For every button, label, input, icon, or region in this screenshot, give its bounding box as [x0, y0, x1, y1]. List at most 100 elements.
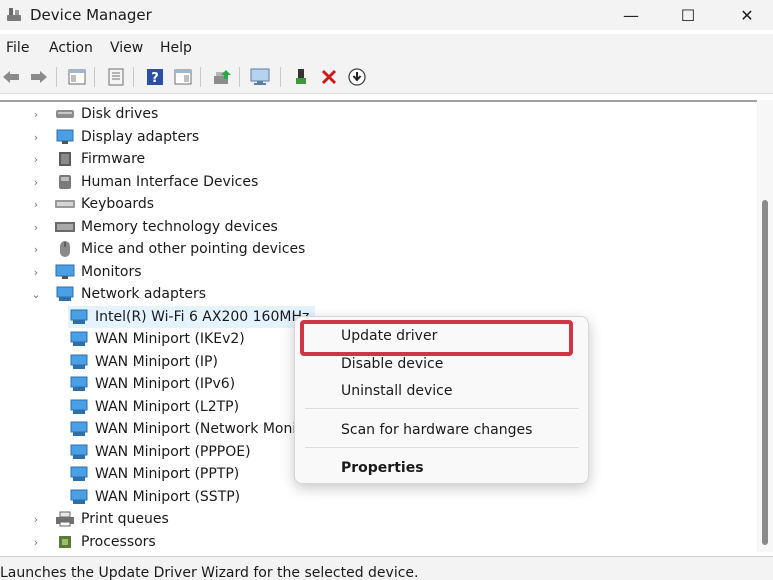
chevron-right-icon[interactable]: › — [30, 198, 42, 211]
network-adapter-icon — [68, 375, 90, 393]
show-hide-console-tree-button[interactable] — [66, 66, 88, 88]
properties-sheet-icon — [108, 68, 124, 86]
chevron-right-icon[interactable]: › — [30, 131, 42, 144]
scrollbar-thumb[interactable] — [762, 200, 768, 545]
update-driver-menu-item[interactable]: Update driver — [341, 328, 437, 344]
chevron-right-icon[interactable]: › — [30, 266, 42, 279]
tree-label: Processors — [81, 534, 156, 550]
tree-device[interactable]: WAN Miniport (Network Monitor) — [68, 418, 322, 440]
menu-view[interactable]: View — [110, 40, 143, 56]
tree-category-memory-technology-devices[interactable]: › Memory technology devices — [30, 216, 278, 238]
keyboard-icon — [54, 195, 76, 213]
properties-toolbar-button[interactable] — [105, 66, 127, 88]
help-toolbar-button[interactable]: ? — [144, 66, 166, 88]
enable-device-icon — [296, 69, 306, 84]
enable-device-toolbar-button[interactable] — [290, 66, 312, 88]
toolbar-separator — [133, 67, 134, 87]
tree-label: WAN Miniport (L2TP) — [95, 399, 240, 415]
tree-device[interactable]: WAN Miniport (SSTP) — [68, 486, 240, 508]
hid-icon — [54, 173, 76, 191]
menu-file[interactable]: File — [6, 40, 29, 56]
update-driver-icon — [214, 70, 231, 84]
tree-label: Intel(R) Wi-Fi 6 AX200 160MHz — [95, 309, 310, 325]
disable-device-menu-item[interactable]: Disable device — [341, 356, 443, 372]
tree-label: Display adapters — [81, 129, 200, 145]
chevron-right-icon[interactable]: › — [30, 221, 42, 234]
tree-category-display-adapters[interactable]: › Display adapters — [30, 126, 199, 148]
back-arrow-icon — [3, 71, 19, 83]
network-adapter-icon — [68, 398, 90, 416]
tree-device[interactable]: WAN Miniport (IKEv2) — [68, 328, 245, 350]
close-icon: ✕ — [740, 5, 754, 25]
tree-device[interactable]: WAN Miniport (PPPOE) — [68, 441, 251, 463]
download-circle-icon — [348, 68, 366, 86]
help-icon: ? — [147, 69, 163, 86]
maximize-button[interactable]: ☐ — [665, 0, 711, 30]
tree-device-intel-wifi[interactable]: Intel(R) Wi-Fi 6 AX200 160MHz — [68, 306, 316, 328]
status-text: Launches the Update Driver Wizard for th… — [0, 565, 419, 580]
processor-icon — [54, 533, 76, 551]
tree-device[interactable]: WAN Miniport (PPTP) — [68, 463, 239, 485]
properties-menu-item[interactable]: Properties — [341, 460, 424, 476]
menu-help[interactable]: Help — [160, 40, 192, 56]
tree-label: WAN Miniport (SSTP) — [95, 489, 241, 505]
network-adapter-icon — [68, 488, 90, 506]
tree-label: WAN Miniport (PPTP) — [95, 466, 240, 482]
tree-label: WAN Miniport (Network Monitor) — [95, 421, 322, 437]
tree-category-keyboards[interactable]: › Keyboards — [30, 193, 154, 215]
uninstall-device-menu-item[interactable]: Uninstall device — [341, 383, 452, 399]
tree-category-monitors[interactable]: › Monitors — [30, 261, 142, 283]
status-bar: Launches the Update Driver Wizard for th… — [0, 556, 773, 580]
tree-category-disk-drives[interactable]: › Disk drives — [30, 103, 158, 125]
vertical-scrollbar[interactable] — [757, 100, 773, 552]
tree-device[interactable]: WAN Miniport (IP) — [68, 351, 218, 373]
toolbar-separator — [56, 67, 57, 87]
console-tree-icon — [68, 69, 86, 85]
tree-label: WAN Miniport (IPv6) — [95, 376, 236, 392]
network-adapter-icon — [68, 465, 90, 483]
tree-label: WAN Miniport (IP) — [95, 354, 218, 370]
network-adapter-icon — [68, 353, 90, 371]
chevron-right-icon[interactable]: › — [30, 108, 42, 121]
window-title: Device Manager — [30, 6, 152, 24]
tree-device[interactable]: WAN Miniport (L2TP) — [68, 396, 239, 418]
tree-category-human-interface-devices[interactable]: › Human Interface Devices — [30, 171, 258, 193]
title-bar: Device Manager — ☐ ✕ — [0, 0, 773, 30]
action-pane-button[interactable] — [172, 66, 194, 88]
chevron-right-icon[interactable]: › — [30, 536, 42, 549]
close-button[interactable]: ✕ — [724, 0, 770, 30]
network-adapter-icon — [68, 443, 90, 461]
minimize-button[interactable]: — — [608, 0, 654, 30]
toolbar-separator — [200, 67, 201, 87]
toolbar-separator — [280, 67, 281, 87]
chevron-right-icon[interactable]: › — [30, 243, 42, 256]
back-button[interactable] — [0, 66, 22, 88]
chevron-right-icon[interactable]: › — [30, 176, 42, 189]
tree-category-network-adapters[interactable]: ⌄ Network adapters — [30, 283, 206, 305]
toolbar: ? — [0, 60, 773, 94]
tree-label: Network adapters — [81, 286, 206, 302]
update-driver-toolbar-button[interactable] — [211, 66, 233, 88]
chevron-right-icon[interactable]: › — [30, 513, 42, 526]
scan-monitor-icon — [250, 68, 270, 85]
menu-separator — [305, 447, 579, 448]
disable-device-toolbar-button[interactable] — [346, 66, 368, 88]
svg-text:?: ? — [151, 71, 159, 86]
scan-hardware-toolbar-button[interactable] — [250, 66, 272, 88]
action-pane-icon — [174, 69, 192, 85]
disk-drive-icon — [54, 105, 76, 123]
forward-arrow-icon — [31, 71, 47, 83]
tree-category-processors[interactable]: › Processors — [30, 531, 156, 552]
menu-action[interactable]: Action — [49, 40, 93, 56]
network-adapter-icon — [68, 420, 90, 438]
scan-hardware-menu-item[interactable]: Scan for hardware changes — [341, 422, 532, 438]
tree-category-mice[interactable]: › Mice and other pointing devices — [30, 238, 305, 260]
red-x-icon — [321, 69, 337, 85]
uninstall-device-toolbar-button[interactable] — [318, 66, 340, 88]
chevron-down-icon[interactable]: ⌄ — [30, 288, 42, 301]
tree-category-print-queues[interactable]: › Print queues — [30, 508, 169, 530]
forward-button[interactable] — [28, 66, 50, 88]
chevron-right-icon[interactable]: › — [30, 153, 42, 166]
tree-category-firmware[interactable]: › Firmware — [30, 148, 145, 170]
tree-device[interactable]: WAN Miniport (IPv6) — [68, 373, 235, 395]
